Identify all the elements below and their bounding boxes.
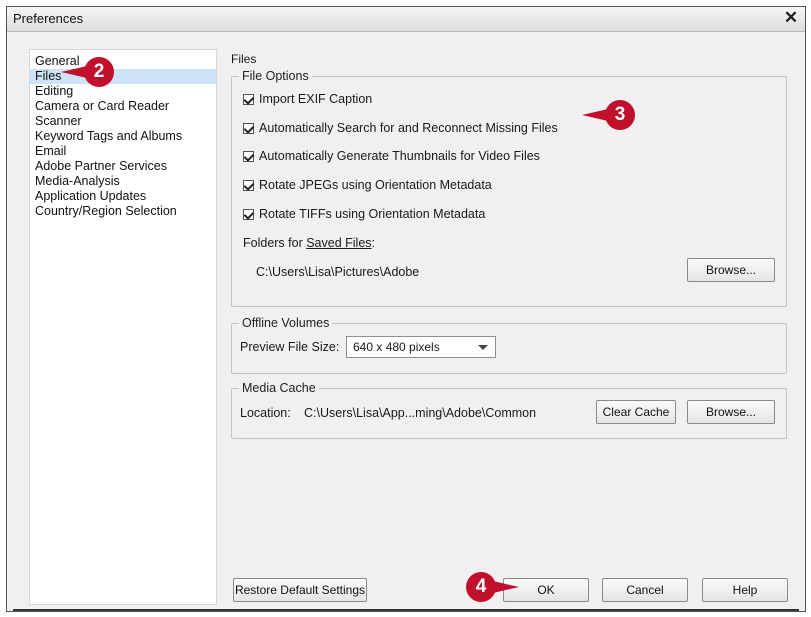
- checkbox-checked-icon[interactable]: [243, 150, 254, 162]
- files-panel: Files File Options Import EXIF Caption A…: [231, 49, 791, 605]
- callout-2: 2: [84, 57, 114, 87]
- section-title: Files: [231, 52, 257, 66]
- saved-files-folder-path: C:\Users\Lisa\Pictures\Adobe: [256, 265, 420, 279]
- offline-volumes-group: Offline Volumes Preview File Size: 640 x…: [231, 316, 787, 374]
- dropdown-arrow-icon[interactable]: [478, 345, 488, 350]
- callout-4: 4: [466, 572, 496, 602]
- sidebar-item-media-analysis[interactable]: Media-Analysis: [30, 174, 216, 189]
- file-options-legend: File Options: [242, 69, 309, 83]
- sidebar-item-application-updates[interactable]: Application Updates: [30, 189, 216, 204]
- sidebar-item-camera-or-card-reader[interactable]: Camera or Card Reader: [30, 99, 216, 114]
- media-cache-legend: Media Cache: [242, 381, 316, 395]
- generate-video-thumbnails-checkbox[interactable]: Automatically Generate Thumbnails for Vi…: [243, 148, 540, 164]
- rotate-jpegs-checkbox[interactable]: Rotate JPEGs using Orientation Metadata: [243, 177, 492, 193]
- restore-default-settings-button[interactable]: Restore Default Settings: [233, 578, 367, 602]
- rotate-tiffs-checkbox[interactable]: Rotate TIFFs using Orientation Metadata: [243, 206, 485, 222]
- import-exif-caption-checkbox[interactable]: Import EXIF Caption: [243, 91, 372, 107]
- cache-location-path: C:\Users\Lisa\App...ming\Adobe\Common: [304, 406, 537, 420]
- checkbox-label: Import EXIF Caption: [259, 92, 373, 106]
- title-bar: Preferences ✕: [7, 7, 805, 32]
- cache-location-label: Location:: [240, 406, 291, 420]
- preview-file-size-select[interactable]: 640 x 480 pixels: [346, 336, 496, 358]
- reconnect-missing-files-checkbox[interactable]: Automatically Search for and Reconnect M…: [243, 120, 558, 136]
- preferences-window: Preferences ✕ General Files Editing Came…: [6, 6, 806, 612]
- saved-files-link[interactable]: Saved Files: [306, 236, 371, 250]
- callout-4-pointer: [493, 581, 519, 593]
- media-cache-group: Media Cache Location: C:\Users\Lisa\App.…: [231, 381, 787, 439]
- browse-saved-files-button[interactable]: Browse...: [687, 258, 775, 282]
- checkbox-checked-icon[interactable]: [243, 93, 254, 105]
- checkbox-label: Rotate JPEGs using Orientation Metadata: [259, 178, 492, 192]
- folders-label-prefix: Folders for: [243, 236, 307, 250]
- checkbox-label: Rotate TIFFs using Orientation Metadata: [259, 207, 486, 221]
- category-list: General Files Editing Camera or Card Rea…: [29, 49, 217, 605]
- file-options-group: File Options Import EXIF Caption Automat…: [231, 69, 787, 307]
- offline-volumes-legend: Offline Volumes: [242, 316, 330, 330]
- cancel-button[interactable]: Cancel: [602, 578, 688, 602]
- close-icon[interactable]: ✕: [781, 8, 801, 28]
- checkbox-checked-icon[interactable]: [243, 122, 254, 134]
- checkbox-checked-icon[interactable]: [243, 179, 254, 191]
- callout-3: 3: [605, 100, 635, 130]
- sidebar-item-scanner[interactable]: Scanner: [30, 114, 216, 129]
- sidebar-item-files[interactable]: Files: [30, 69, 216, 84]
- help-button[interactable]: Help: [702, 578, 788, 602]
- folders-label-suffix: :: [371, 236, 376, 250]
- clear-cache-button[interactable]: Clear Cache: [596, 400, 676, 424]
- browse-media-cache-button[interactable]: Browse...: [687, 400, 775, 424]
- checkbox-label: Automatically Generate Thumbnails for Vi…: [259, 149, 540, 163]
- sidebar-item-country-region-selection[interactable]: Country/Region Selection: [30, 204, 216, 219]
- sidebar-item-general[interactable]: General: [30, 54, 216, 69]
- bottom-divider: [13, 609, 799, 611]
- sidebar-item-adobe-partner-services[interactable]: Adobe Partner Services: [30, 159, 216, 174]
- folders-for-saved-files-label: Folders for Saved Files:: [243, 236, 375, 250]
- preview-file-size-label: Preview File Size:: [240, 340, 340, 354]
- checkbox-label: Automatically Search for and Reconnect M…: [259, 121, 558, 135]
- preview-file-size-value: 640 x 480 pixels: [353, 340, 440, 354]
- sidebar-item-email[interactable]: Email: [30, 144, 216, 159]
- checkbox-checked-icon[interactable]: [243, 208, 254, 220]
- sidebar-item-editing[interactable]: Editing: [30, 84, 216, 99]
- sidebar-item-keyword-tags-and-albums[interactable]: Keyword Tags and Albums: [30, 129, 216, 144]
- window-title: Preferences: [13, 11, 84, 26]
